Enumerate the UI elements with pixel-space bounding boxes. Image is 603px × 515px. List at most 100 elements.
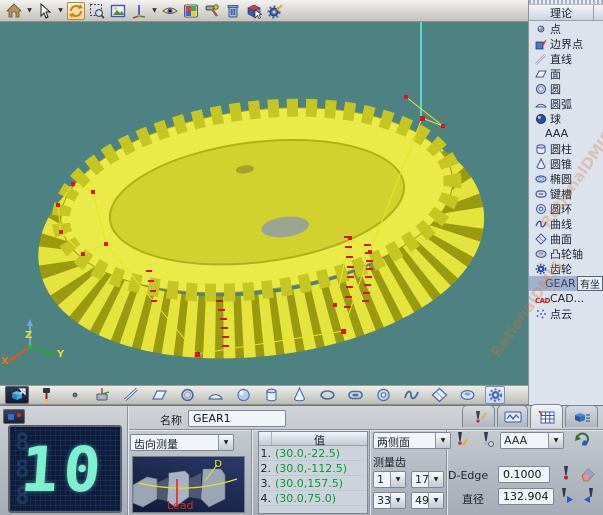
csys-view-button[interactable] xyxy=(130,2,148,20)
render-color-button[interactable] xyxy=(182,2,200,20)
rotate-view-button[interactable] xyxy=(67,2,85,20)
tree-item-gear[interactable]: 齿轮 xyxy=(529,261,603,276)
chevron-down-icon[interactable]: ▼ xyxy=(548,433,563,448)
chevron-down-icon[interactable]: ▼ xyxy=(428,472,443,487)
tree-item-aaa[interactable]: AAA xyxy=(529,126,603,141)
tooth-1-select[interactable]: 1 ▼ xyxy=(373,471,406,488)
measure-line-button[interactable] xyxy=(121,386,141,404)
measure-curve-button[interactable] xyxy=(401,386,421,404)
tree-item-circle[interactable]: 圆 xyxy=(529,81,603,96)
delete-button[interactable] xyxy=(224,2,242,20)
tree-item-camshaft[interactable]: 凸轮轴 xyxy=(529,246,603,261)
cylinder-icon xyxy=(535,143,547,155)
chevron-down-icon[interactable]: ▼ xyxy=(218,435,233,450)
measure-camshaft-button[interactable] xyxy=(457,386,477,404)
measure-sphere-button[interactable] xyxy=(233,386,253,404)
tree-header-divider xyxy=(593,5,603,20)
name-input[interactable] xyxy=(188,410,286,427)
eraser-icon[interactable] xyxy=(578,464,598,484)
cad-icon: CAD xyxy=(535,293,547,305)
tree-item-curve[interactable]: 曲线 xyxy=(529,216,603,231)
measure-ellipse-button[interactable] xyxy=(317,386,337,404)
tree-item-point[interactable]: 点 xyxy=(529,21,603,36)
select-cursor-button[interactable] xyxy=(36,2,54,20)
tab-graph[interactable] xyxy=(497,405,528,427)
gear-measure-panel: 888 10 名称 齿向测量 ▼ D Lead xyxy=(0,405,603,515)
probe-select-icon[interactable] xyxy=(477,430,497,450)
panel-corner-icon[interactable] xyxy=(3,409,25,424)
panel-divider xyxy=(251,430,253,515)
arc-icon xyxy=(535,98,547,110)
csys-dropdown-arrow[interactable]: ▼ xyxy=(151,2,158,20)
pick-solid-button[interactable] xyxy=(245,2,263,20)
select-dropdown-arrow[interactable]: ▼ xyxy=(57,2,64,20)
tab-probe-edit[interactable] xyxy=(462,405,495,427)
tree-item-plane[interactable]: 面 xyxy=(529,66,603,81)
chevron-down-icon[interactable]: ▼ xyxy=(390,493,405,508)
tree-item-boundary-point[interactable]: 边界点 xyxy=(529,36,603,51)
tooth-3-select[interactable]: 33 ▼ xyxy=(373,492,406,509)
probe-point-icon[interactable] xyxy=(556,464,576,484)
tree-item-sphere[interactable]: 球 xyxy=(529,111,603,126)
measure-cylinder-button[interactable] xyxy=(261,386,281,404)
measure-surface-button[interactable] xyxy=(429,386,449,404)
measure-ring-button[interactable] xyxy=(373,386,393,404)
chevron-down-icon[interactable]: ▼ xyxy=(428,493,443,508)
gear-settings-button[interactable] xyxy=(266,2,284,20)
measure-circle-button[interactable] xyxy=(177,386,197,404)
view-eye-button[interactable] xyxy=(161,2,179,20)
probe-machine-icon[interactable] xyxy=(37,386,57,404)
measure-gear-button[interactable] xyxy=(485,386,505,404)
flank-select[interactable]: 两侧面 ▼ xyxy=(373,432,451,449)
measure-value-list[interactable]: 值 1. (30.0,-22.5) 2. (30.0,-112.5) 3. (3… xyxy=(258,431,368,514)
tree-item-cone[interactable]: 圆锥 xyxy=(529,156,603,171)
tree-item-point-cloud[interactable]: 点云 xyxy=(529,306,603,321)
measure-mode-select[interactable]: 齿向测量 ▼ xyxy=(130,434,234,451)
value-row[interactable]: 3. (30.0,157.5) xyxy=(259,476,367,491)
measure-point-button[interactable] xyxy=(65,386,85,404)
tree-item-cad[interactable]: CAD CAD... xyxy=(529,291,603,306)
datum-select[interactable]: AAA ▼ xyxy=(500,432,564,449)
tree-item-ellipse[interactable]: 椭圆 xyxy=(529,171,603,186)
value-row[interactable]: 1. (30.0,-22.5) xyxy=(259,446,367,461)
diameter-input[interactable] xyxy=(498,488,554,505)
chevron-down-icon[interactable]: ▼ xyxy=(435,433,450,448)
home-view-button[interactable] xyxy=(5,2,23,20)
workpiece-csys-button[interactable] xyxy=(93,386,113,404)
value-row[interactable]: 4. (30.0,75.0) xyxy=(259,491,367,506)
tree-item-slot[interactable]: 键槽 xyxy=(529,186,603,201)
fit-view-button[interactable] xyxy=(109,2,127,20)
tree-item-cylinder[interactable]: 圆柱 xyxy=(529,141,603,156)
tree-item-line[interactable]: 直线 xyxy=(529,51,603,66)
slot-icon xyxy=(535,188,547,200)
zoom-window-button[interactable] xyxy=(88,2,106,20)
sphere-icon xyxy=(535,113,547,125)
tree-item-ring[interactable]: 圆环 xyxy=(529,201,603,216)
tree-item-surface[interactable]: 曲面 xyxy=(529,231,603,246)
gear-body xyxy=(50,87,467,348)
d-edge-input[interactable] xyxy=(498,466,550,483)
tree-item-gear1[interactable]: GEAR1 有坐 xyxy=(529,276,603,291)
tab-result-table[interactable] xyxy=(530,404,563,428)
tab-report[interactable] xyxy=(565,405,598,427)
3d-viewport[interactable]: Z Y X xyxy=(0,22,528,385)
tree-item-arc[interactable]: 圆弧 xyxy=(529,96,603,111)
probe-config-icon[interactable] xyxy=(451,430,471,450)
home-dropdown-arrow[interactable]: ▼ xyxy=(26,2,33,20)
measure-arc-button[interactable] xyxy=(205,386,225,404)
view-mode-button[interactable] xyxy=(5,386,29,404)
tools-button[interactable] xyxy=(203,2,221,20)
probe-return-icon[interactable] xyxy=(580,486,600,506)
chevron-down-icon[interactable]: ▼ xyxy=(390,472,405,487)
measure-plane-button[interactable] xyxy=(149,386,169,404)
value-row[interactable]: 2. (30.0,-112.5) xyxy=(259,461,367,476)
measure-slot-button[interactable] xyxy=(345,386,365,404)
tooth-4-select[interactable]: 49 ▼ xyxy=(411,492,444,509)
lcd-digits: 10 xyxy=(19,435,109,505)
probe-run-icon[interactable] xyxy=(556,486,576,506)
tooth-2-select[interactable]: 17 ▼ xyxy=(411,471,444,488)
tooth-counter-display: 888 10 xyxy=(8,425,122,513)
refresh-icon[interactable] xyxy=(572,429,592,449)
panel-divider xyxy=(369,430,371,515)
measure-cone-button[interactable] xyxy=(289,386,309,404)
